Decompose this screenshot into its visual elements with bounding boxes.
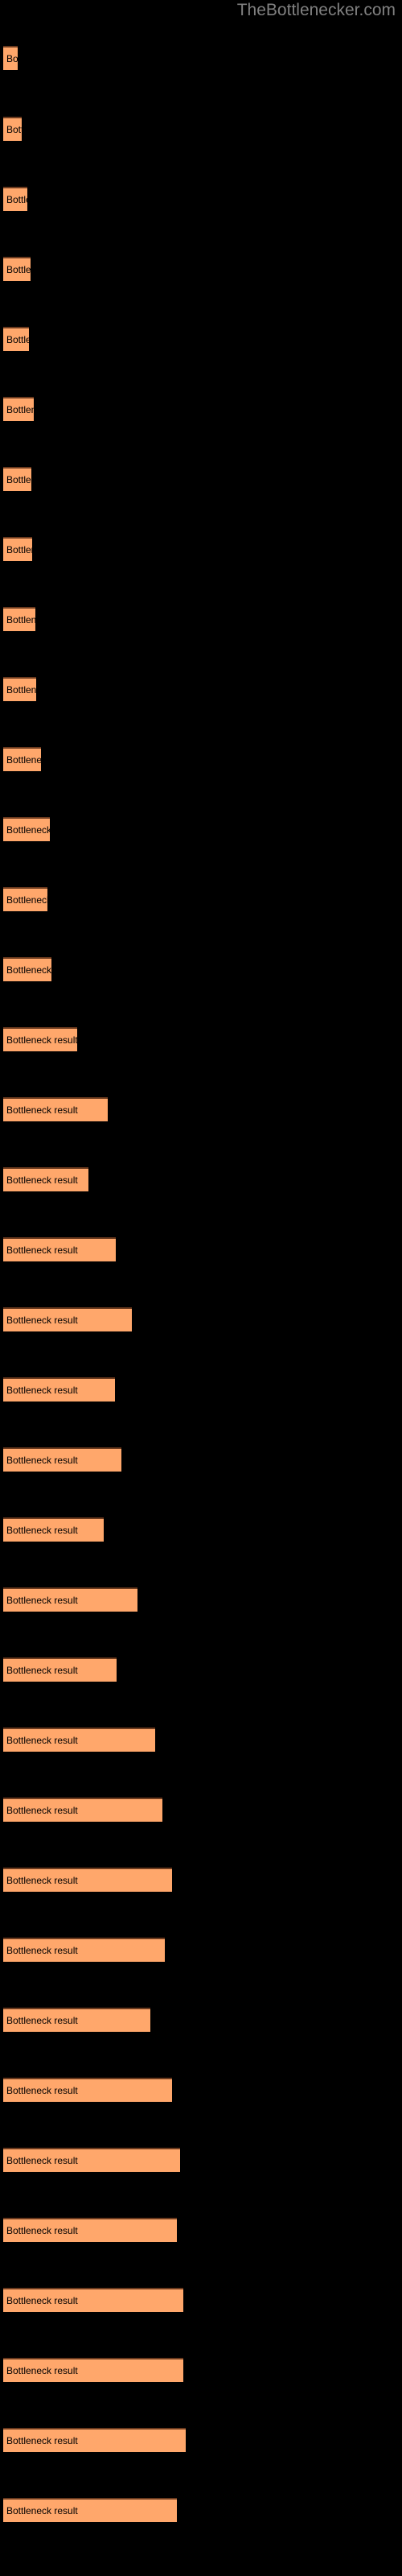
chart-bar[interactable]: Bottleneck result: [3, 957, 51, 981]
chart-bar-label: Bottleneck result: [6, 1385, 78, 1396]
chart-bar-label: Bottleneck result: [6, 824, 50, 836]
chart-bar-label: Bottleneck result: [6, 2225, 78, 2236]
chart-bar-label: Bottleneck result: [6, 1245, 78, 1256]
chart-bar-label: Bottleneck result: [6, 2085, 78, 2096]
chart-bar[interactable]: Bottleneck result: [3, 607, 35, 631]
chart-bar[interactable]: Bottleneck result: [3, 1447, 121, 1472]
chart-bar-label: Bottleneck result: [6, 1315, 78, 1326]
chart-bar-label: Bottleneck result: [6, 684, 36, 696]
chart-bar[interactable]: Bottleneck result: [3, 887, 47, 911]
chart-bar-label: Bottleneck result: [6, 1455, 78, 1466]
chart-bar[interactable]: Bottleneck result: [3, 2498, 177, 2522]
chart-bar-label: Bottleneck result: [6, 1945, 78, 1956]
chart-bar-label: Bottleneck result: [6, 544, 32, 555]
chart-bar-label: Bottleneck result: [6, 754, 41, 766]
chart-bar-label: Bottleneck result: [6, 1805, 78, 1816]
chart-bar[interactable]: Bottleneck result: [3, 117, 22, 141]
chart-bar[interactable]: Bottleneck result: [3, 1307, 132, 1331]
chart-bar[interactable]: Bottleneck result: [3, 2428, 186, 2452]
chart-bar-label: Bottleneck result: [6, 1034, 77, 1046]
chart-bar-label: Bottleneck result: [6, 334, 29, 345]
chart-bar[interactable]: Bottleneck result: [3, 1657, 117, 1682]
chart-bar-label: Bottleneck result: [6, 53, 18, 64]
chart-bar[interactable]: Bottleneck result: [3, 46, 18, 70]
chart-bar-label: Bottleneck result: [6, 1735, 78, 1746]
chart-bar[interactable]: Bottleneck result: [3, 327, 29, 351]
chart-bar-label: Bottleneck result: [6, 2295, 78, 2306]
chart-bar[interactable]: Bottleneck result: [3, 1237, 116, 1261]
chart-bar-label: Bottleneck result: [6, 1595, 78, 1606]
chart-bar[interactable]: Bottleneck result: [3, 1587, 137, 1612]
chart-bar[interactable]: Bottleneck result: [3, 1097, 108, 1121]
chart-bar[interactable]: Bottleneck result: [3, 2148, 180, 2172]
chart-bar-label: Bottleneck result: [6, 124, 22, 135]
chart-bar[interactable]: Bottleneck result: [3, 1167, 88, 1191]
chart-bar[interactable]: Bottleneck result: [3, 2078, 172, 2102]
chart-bar-label: Bottleneck result: [6, 2435, 78, 2446]
chart-bar[interactable]: Bottleneck result: [3, 1868, 172, 1892]
chart-bar[interactable]: Bottleneck result: [3, 1027, 77, 1051]
chart-bar[interactable]: Bottleneck result: [3, 1798, 162, 1822]
chart-bar[interactable]: Bottleneck result: [3, 2008, 150, 2032]
chart-bar-label: Bottleneck result: [6, 894, 47, 906]
chart-bar[interactable]: Bottleneck result: [3, 397, 34, 421]
chart-bar[interactable]: Bottleneck result: [3, 2358, 183, 2382]
chart-bar[interactable]: Bottleneck result: [3, 537, 32, 561]
chart-bar-label: Bottleneck result: [6, 614, 35, 625]
chart-bar[interactable]: Bottleneck result: [3, 1377, 115, 1402]
chart-bar-label: Bottleneck result: [6, 1665, 78, 1676]
chart-bar[interactable]: Bottleneck result: [3, 467, 31, 491]
chart-bar-label: Bottleneck result: [6, 2155, 78, 2166]
chart-bar-label: Bottleneck result: [6, 194, 27, 205]
chart-bar-label: Bottleneck result: [6, 1104, 78, 1116]
chart-bar[interactable]: Bottleneck result: [3, 747, 41, 771]
bar-chart: TheBottlenecker.com Bottleneck resultBot…: [0, 0, 402, 2576]
chart-bar[interactable]: Bottleneck result: [3, 1938, 165, 1962]
chart-bar[interactable]: Bottleneck result: [3, 257, 31, 281]
chart-bar-label: Bottleneck result: [6, 1174, 78, 1186]
chart-bar-label: Bottleneck result: [6, 474, 31, 485]
chart-bar[interactable]: Bottleneck result: [3, 187, 27, 211]
chart-bar-label: Bottleneck result: [6, 1875, 78, 1886]
chart-bar-label: Bottleneck result: [6, 2015, 78, 2026]
chart-bar-label: Bottleneck result: [6, 964, 51, 976]
chart-bar[interactable]: Bottleneck result: [3, 1517, 104, 1542]
bars-container: Bottleneck result Bottleneck result Bottle…: [0, 0, 402, 2576]
chart-bar-label: Bottleneck result: [6, 1525, 78, 1536]
chart-bar[interactable]: Bottleneck result: [3, 2218, 177, 2242]
chart-bar[interactable]: Bottleneck result: [3, 817, 50, 841]
chart-bar-label: Bottleneck result: [6, 404, 34, 415]
chart-bar-label: Bottleneck result: [6, 2505, 78, 2516]
chart-bar-label: Bottleneck result: [6, 264, 31, 275]
chart-bar[interactable]: Bottleneck result: [3, 1728, 155, 1752]
chart-bar-label: Bottleneck result: [6, 2365, 78, 2376]
chart-bar[interactable]: Bottleneck result: [3, 2288, 183, 2312]
chart-bar[interactable]: Bottleneck result: [3, 677, 36, 701]
